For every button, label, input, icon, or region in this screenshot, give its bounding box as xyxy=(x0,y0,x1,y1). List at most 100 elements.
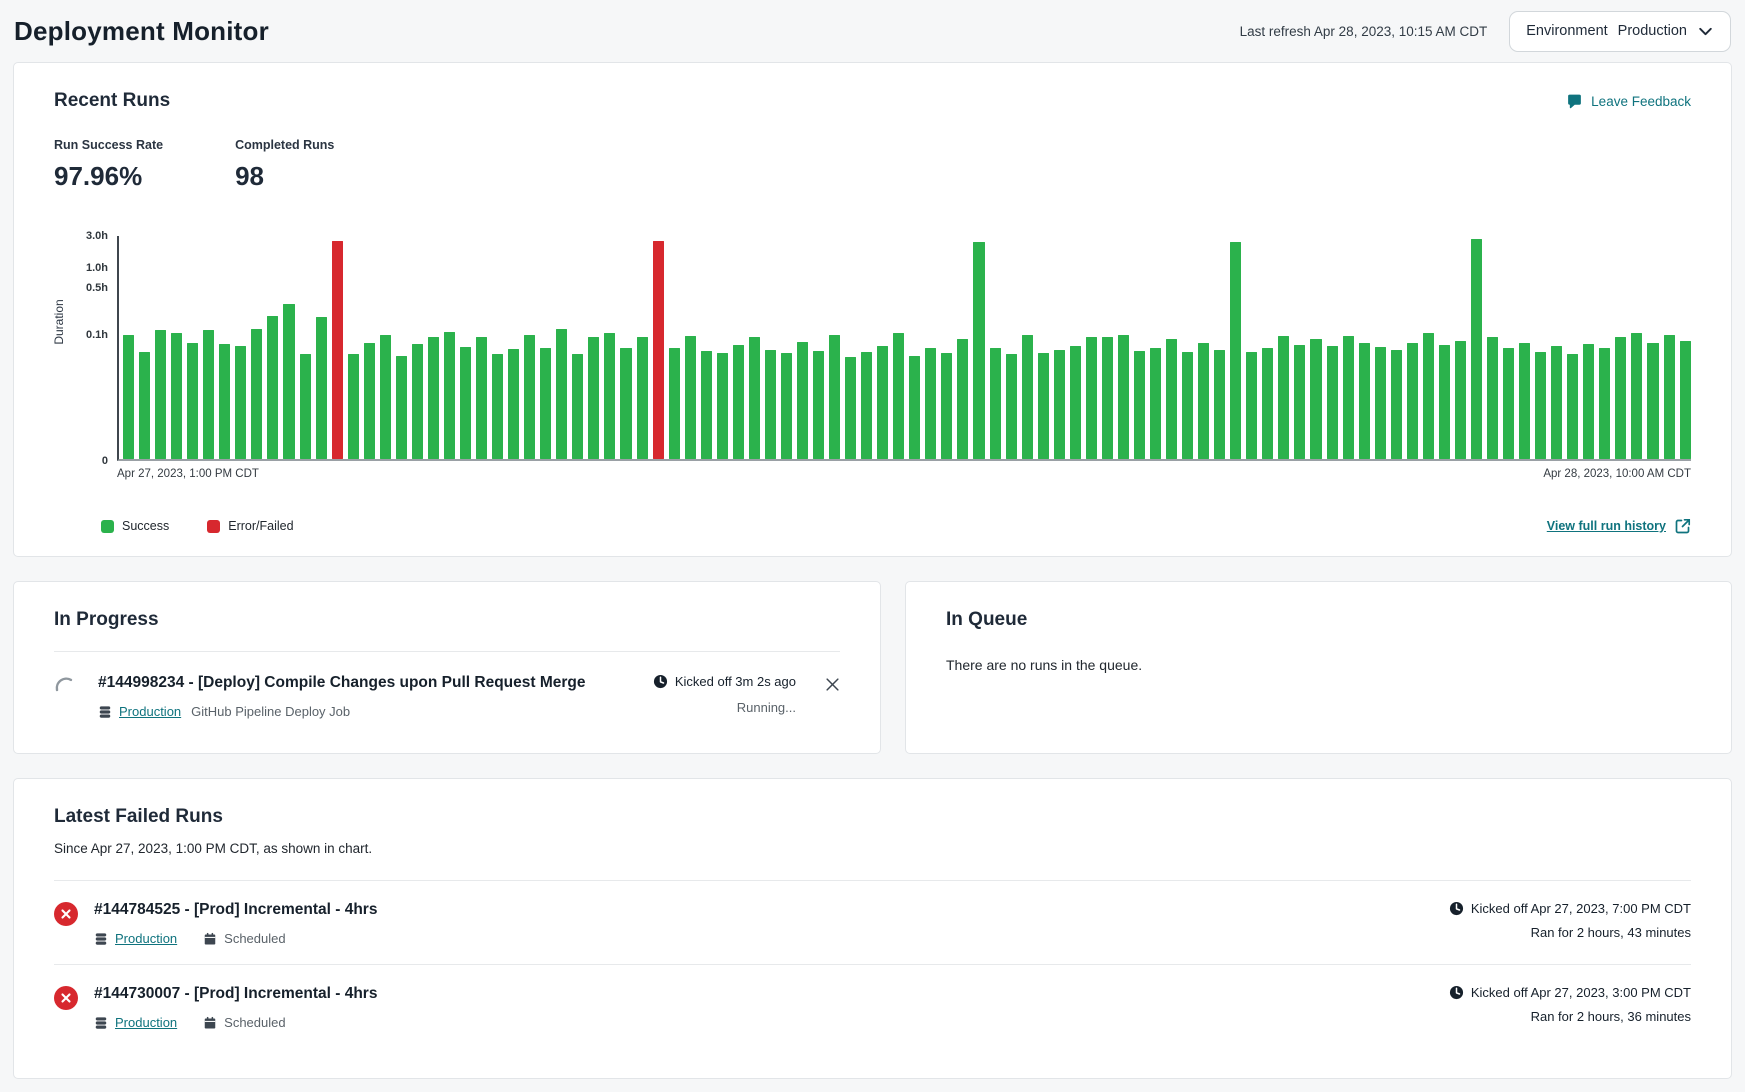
chart-bar-success[interactable] xyxy=(1022,335,1033,459)
chart-bar-success[interactable] xyxy=(733,345,744,459)
chart-bar-success[interactable] xyxy=(251,329,262,459)
chart-bar-success[interactable] xyxy=(203,330,214,459)
chart-bar-success[interactable] xyxy=(540,348,551,459)
chart-bar-success[interactable] xyxy=(1487,337,1498,459)
chart-bar-success[interactable] xyxy=(685,336,696,459)
chart-bar-success[interactable] xyxy=(620,348,631,459)
chart-bar-success[interactable] xyxy=(1583,344,1594,459)
chart-bar-success[interactable] xyxy=(1182,352,1193,459)
chart-bar-success[interactable] xyxy=(1455,341,1466,459)
chart-bar-success[interactable] xyxy=(845,357,856,459)
chart-bar-success[interactable] xyxy=(219,344,230,460)
cancel-run-button[interactable] xyxy=(810,674,840,719)
chart-bar-success[interactable] xyxy=(1086,337,1097,459)
environment-link[interactable]: Production xyxy=(119,704,181,719)
chart-bar-success[interactable] xyxy=(973,242,984,459)
environment-dropdown[interactable]: Environment Production xyxy=(1509,11,1731,52)
chart-bar-success[interactable] xyxy=(829,335,840,459)
environment-link[interactable]: Production xyxy=(115,931,177,946)
chart-bar-success[interactable] xyxy=(348,354,359,459)
chart-bar-success[interactable] xyxy=(380,335,391,459)
chart-bar-success[interactable] xyxy=(637,337,648,459)
chart-bar-success[interactable] xyxy=(444,332,455,459)
chart-bar-success[interactable] xyxy=(1519,343,1530,459)
chart-bar-success[interactable] xyxy=(476,337,487,459)
chart-bar-success[interactable] xyxy=(1359,343,1370,459)
chart-bar-success[interactable] xyxy=(749,337,760,459)
view-full-run-history-link[interactable]: View full run history xyxy=(1547,518,1691,534)
chart-bar-success[interactable] xyxy=(171,333,182,459)
chart-bar-success[interactable] xyxy=(893,333,904,459)
chart-bar-success[interactable] xyxy=(941,353,952,459)
leave-feedback-link[interactable]: Leave Feedback xyxy=(1566,93,1691,110)
chart-bar-success[interactable] xyxy=(877,346,888,459)
chart-bar-success[interactable] xyxy=(990,348,1001,459)
chart-bar-success[interactable] xyxy=(1423,333,1434,459)
chart-bar-success[interactable] xyxy=(1680,341,1691,459)
chart-bar-success[interactable] xyxy=(1631,333,1642,459)
chart-bar-success[interactable] xyxy=(1230,242,1241,459)
chart-bar-success[interactable] xyxy=(1439,345,1450,459)
chart-bar-success[interactable] xyxy=(1198,343,1209,459)
chart-bar-success[interactable] xyxy=(492,354,503,459)
chart-bar-success[interactable] xyxy=(1327,346,1338,459)
environment-link[interactable]: Production xyxy=(115,1015,177,1030)
chart-bar-success[interactable] xyxy=(813,351,824,459)
chart-bar-success[interactable] xyxy=(1551,346,1562,459)
chart-bar-success[interactable] xyxy=(267,316,278,459)
chart-bar-success[interactable] xyxy=(1343,336,1354,459)
chart-bar-success[interactable] xyxy=(187,343,198,459)
chart-bar-success[interactable] xyxy=(235,346,246,459)
chart-bar-success[interactable] xyxy=(1038,353,1049,459)
chart-bar-error[interactable] xyxy=(332,241,343,459)
chart-bar-success[interactable] xyxy=(412,344,423,459)
chart-bar-success[interactable] xyxy=(1567,354,1578,459)
chart-bar-success[interactable] xyxy=(1150,348,1161,459)
chart-bar-success[interactable] xyxy=(556,329,567,459)
chart-bar-success[interactable] xyxy=(781,353,792,459)
chart-bar-success[interactable] xyxy=(1294,345,1305,459)
chart-bar-success[interactable] xyxy=(460,347,471,459)
chart-bar-success[interactable] xyxy=(1615,337,1626,459)
chart-bar-success[interactable] xyxy=(1070,346,1081,459)
chart-bar-success[interactable] xyxy=(925,348,936,459)
chart-bar-success[interactable] xyxy=(1407,343,1418,459)
chart-bar-success[interactable] xyxy=(669,348,680,459)
chart-bar-success[interactable] xyxy=(1006,354,1017,459)
chart-bar-success[interactable] xyxy=(1246,352,1257,459)
chart-bar-success[interactable] xyxy=(1166,339,1177,459)
chart-bar-success[interactable] xyxy=(588,337,599,459)
chart-bar-success[interactable] xyxy=(139,352,150,459)
chart-bar-success[interactable] xyxy=(765,350,776,459)
chart-bar-success[interactable] xyxy=(1310,339,1321,459)
chart-bar-success[interactable] xyxy=(1102,337,1113,459)
chart-bar-success[interactable] xyxy=(717,353,728,459)
chart-bar-success[interactable] xyxy=(300,354,311,459)
chart-bar-success[interactable] xyxy=(1535,352,1546,459)
chart-bar-success[interactable] xyxy=(1134,351,1145,459)
chart-bar-success[interactable] xyxy=(572,354,583,459)
chart-bar-success[interactable] xyxy=(123,335,134,459)
chart-bar-success[interactable] xyxy=(861,352,872,459)
chart-bar-success[interactable] xyxy=(957,339,968,459)
chart-bar-success[interactable] xyxy=(524,335,535,459)
chart-bar-success[interactable] xyxy=(1647,343,1658,459)
chart-bar-success[interactable] xyxy=(283,304,294,459)
chart-bar-success[interactable] xyxy=(428,337,439,459)
chart-bar-success[interactable] xyxy=(396,356,407,459)
chart-bar-success[interactable] xyxy=(1599,348,1610,459)
chart-bar-success[interactable] xyxy=(797,342,808,459)
chart-bar-success[interactable] xyxy=(155,330,166,459)
chart-bar-success[interactable] xyxy=(1054,350,1065,459)
chart-bar-success[interactable] xyxy=(316,317,327,459)
chart-bar-success[interactable] xyxy=(1391,350,1402,459)
chart-bar-success[interactable] xyxy=(1278,336,1289,459)
chart-bar-success[interactable] xyxy=(1664,335,1675,459)
chart-bar-success[interactable] xyxy=(1503,348,1514,459)
chart-bar-success[interactable] xyxy=(1375,347,1386,459)
chart-bar-success[interactable] xyxy=(1262,348,1273,459)
chart-bar-success[interactable] xyxy=(508,349,519,459)
chart-bar-error[interactable] xyxy=(653,241,664,459)
chart-bar-success[interactable] xyxy=(1471,239,1482,459)
chart-bar-success[interactable] xyxy=(1118,335,1129,459)
